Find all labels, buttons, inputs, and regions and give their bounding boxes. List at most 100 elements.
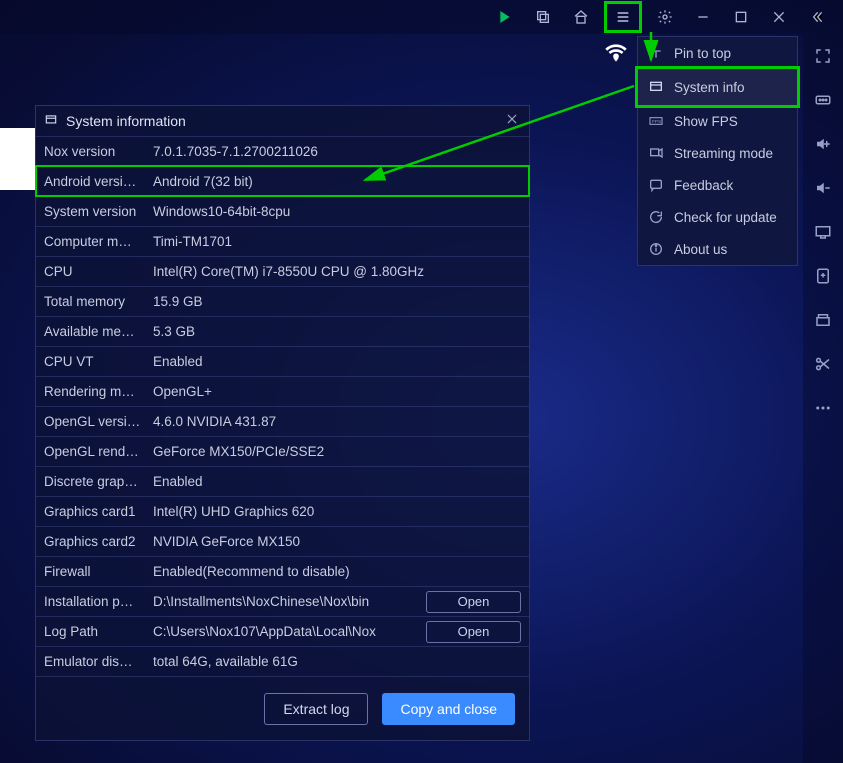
- system-information-dialog: System information Nox version7.0.1.7035…: [35, 105, 530, 741]
- volume-up-button[interactable]: [809, 130, 837, 158]
- info-row-value: Windows10-64bit-8cpu: [147, 204, 521, 219]
- info-row-value: 4.6.0 NVIDIA 431.87: [147, 414, 521, 429]
- info-row-value: Intel(R) Core(TM) i7-8550U CPU @ 1.80GHz: [147, 264, 521, 279]
- pin-icon: [648, 45, 664, 61]
- keymap-button[interactable]: [809, 86, 837, 114]
- info-row: Computer m…Timi-TM1701: [36, 226, 529, 256]
- menu-label: Check for update: [674, 210, 777, 225]
- screenshot-button[interactable]: [809, 218, 837, 246]
- info-row-label: Nox version: [44, 144, 147, 159]
- info-row-value: OpenGL+: [147, 384, 521, 399]
- menu-streaming-mode[interactable]: Streaming mode: [638, 137, 797, 169]
- info-row-label: Discrete grap…: [44, 474, 147, 489]
- info-row-label: System version: [44, 204, 147, 219]
- info-row-value: total 64G, available 61G: [147, 654, 521, 669]
- info-row: Installation p…D:\Installments\NoxChines…: [36, 586, 529, 616]
- info-row-label: Rendering m…: [44, 384, 147, 399]
- hamburger-menu-button[interactable]: [607, 4, 639, 30]
- left-edge-block: [0, 128, 35, 190]
- collapse-sidebar-button[interactable]: [805, 5, 829, 29]
- info-row-value: 7.0.1.7035-7.1.2700211026: [147, 144, 521, 159]
- info-row-label: CPU VT: [44, 354, 147, 369]
- update-icon: [648, 209, 664, 225]
- info-row: Emulator dis…total 64G, available 61G: [36, 646, 529, 676]
- apk-install-button[interactable]: [809, 262, 837, 290]
- info-row-value: NVIDIA GeForce MX150: [147, 534, 521, 549]
- info-row-value: D:\Installments\NoxChinese\Nox\bin: [147, 594, 422, 609]
- dialog-title: System information: [66, 113, 186, 129]
- menu-label: About us: [674, 242, 727, 257]
- open-path-button[interactable]: Open: [426, 621, 521, 643]
- more-button[interactable]: [809, 394, 837, 422]
- info-row: System versionWindows10-64bit-8cpu: [36, 196, 529, 226]
- info-row-label: Emulator dis…: [44, 654, 147, 669]
- info-row: OpenGL rend…GeForce MX150/PCIe/SSE2: [36, 436, 529, 466]
- info-row-label: Android versi…: [44, 174, 147, 189]
- info-row-label: Graphics card1: [44, 504, 147, 519]
- info-row-value: GeForce MX150/PCIe/SSE2: [147, 444, 521, 459]
- svg-text:FPS: FPS: [652, 119, 661, 124]
- info-row: Total memory15.9 GB: [36, 286, 529, 316]
- open-path-button[interactable]: Open: [426, 591, 521, 613]
- dialog-close-button[interactable]: [505, 112, 519, 131]
- info-row: OpenGL versi…4.6.0 NVIDIA 431.87: [36, 406, 529, 436]
- info-row-value: Intel(R) UHD Graphics 620: [147, 504, 521, 519]
- info-row-label: Installation p…: [44, 594, 147, 609]
- multi-instance-button[interactable]: [531, 5, 555, 29]
- menu-about-us[interactable]: About us: [638, 233, 797, 265]
- info-row-label: Total memory: [44, 294, 147, 309]
- scissors-button[interactable]: [809, 350, 837, 378]
- info-panel-icon: [648, 79, 664, 95]
- info-row-value: Timi-TM1701: [147, 234, 521, 249]
- fullscreen-button[interactable]: [809, 42, 837, 70]
- menu-label: Pin to top: [674, 46, 731, 61]
- info-row-label: CPU: [44, 264, 147, 279]
- menu-label: Feedback: [674, 178, 733, 193]
- file-manager-button[interactable]: [809, 306, 837, 334]
- info-row: Available me…5.3 GB: [36, 316, 529, 346]
- info-row: CPU VTEnabled: [36, 346, 529, 376]
- info-row-value: 15.9 GB: [147, 294, 521, 309]
- play-store-button[interactable]: [493, 5, 517, 29]
- menu-system-info[interactable]: System info: [638, 69, 797, 105]
- menu-show-fps[interactable]: FPS Show FPS: [638, 105, 797, 137]
- volume-down-button[interactable]: [809, 174, 837, 202]
- info-row: Graphics card1Intel(R) UHD Graphics 620: [36, 496, 529, 526]
- menu-pin-to-top[interactable]: Pin to top: [638, 37, 797, 69]
- info-row-label: Available me…: [44, 324, 147, 339]
- copy-and-close-button[interactable]: Copy and close: [382, 693, 515, 725]
- hamburger-dropdown: Pin to top System info FPS Show FPS Stre…: [637, 36, 798, 266]
- right-sidebar: [803, 34, 843, 763]
- menu-feedback[interactable]: Feedback: [638, 169, 797, 201]
- title-bar: [0, 0, 843, 34]
- info-row-value: Android 7(32 bit): [147, 174, 521, 189]
- info-row: Rendering m…OpenGL+: [36, 376, 529, 406]
- minimize-button[interactable]: [691, 5, 715, 29]
- extract-log-button[interactable]: Extract log: [264, 693, 368, 725]
- settings-button[interactable]: [653, 5, 677, 29]
- close-button[interactable]: [767, 5, 791, 29]
- home-button[interactable]: [569, 5, 593, 29]
- feedback-icon: [648, 177, 664, 193]
- info-row: Log PathC:\Users\Nox107\AppData\Local\No…: [36, 616, 529, 646]
- info-row-value: Enabled: [147, 474, 521, 489]
- maximize-button[interactable]: [729, 5, 753, 29]
- info-row: Graphics card2NVIDIA GeForce MX150: [36, 526, 529, 556]
- info-row-value: Enabled(Recommend to disable): [147, 564, 521, 579]
- info-row: Nox version7.0.1.7035-7.1.2700211026: [36, 136, 529, 166]
- dialog-header: System information: [36, 106, 529, 136]
- info-row-label: Log Path: [44, 624, 147, 639]
- info-row-value: C:\Users\Nox107\AppData\Local\Nox: [147, 624, 422, 639]
- menu-check-update[interactable]: Check for update: [638, 201, 797, 233]
- fps-icon: FPS: [648, 113, 664, 129]
- info-row-value: 5.3 GB: [147, 324, 521, 339]
- info-icon: [44, 113, 58, 130]
- wifi-indicator-icon: [601, 38, 631, 68]
- menu-label: Show FPS: [674, 114, 738, 129]
- menu-label: System info: [674, 80, 745, 95]
- info-row-value: Enabled: [147, 354, 521, 369]
- info-row-label: Computer m…: [44, 234, 147, 249]
- menu-label: Streaming mode: [674, 146, 773, 161]
- about-icon: [648, 241, 664, 257]
- info-row: Android versi…Android 7(32 bit): [36, 166, 529, 196]
